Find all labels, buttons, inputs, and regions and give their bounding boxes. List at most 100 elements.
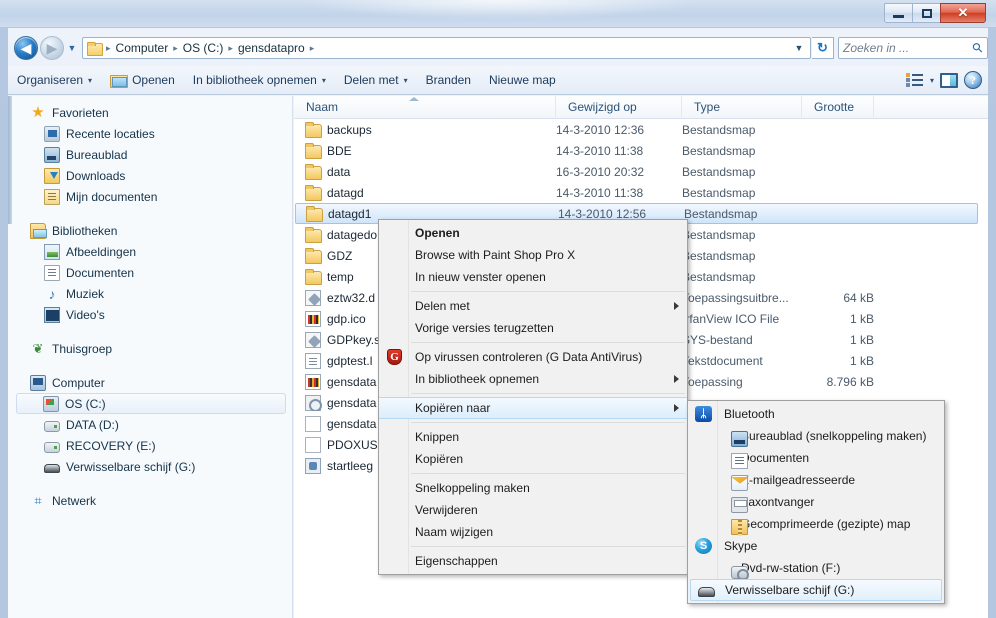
change-view-icon[interactable] [905,73,924,87]
column-header-gewijzigd-op[interactable]: Gewijzigd op [556,96,682,119]
sidebar-group-bibliotheken[interactable]: Bibliotheken [8,220,292,241]
navigation-scrollbar[interactable] [8,96,12,224]
sidebar-item-os-c[interactable]: OS (C:) [16,393,286,414]
context-menu-item-naam-wijzigen[interactable]: Naam wijzigen [379,521,687,543]
submenu-item-e-mailgeadresseerde[interactable]: E-mailgeadresseerde [688,469,944,491]
libraries-icon [30,222,47,239]
submenu-item-skype[interactable]: S Skype [688,535,944,557]
file-modified-cell: 14-3-2010 11:38 [556,185,644,200]
context-menu-item-verwijderen[interactable]: Verwijderen [379,499,687,521]
sidebar-group-favorieten[interactable]: ★ Favorieten [8,102,292,123]
search-box[interactable]: Zoeken in ... ⚲ [838,37,988,59]
context-menu-item-vorige-versies-terugzetten[interactable]: Vorige versies terugzetten [379,317,687,339]
table-row[interactable]: datagd 14-3-2010 11:38 Bestandsmap [294,182,988,203]
file-name-cell: BDE [294,142,556,159]
explorer-window: ✕ ◀ ▶ ▼ ▸ Computer ▸ OS (C:) ▸ gensdatap… [0,0,996,618]
refresh-button[interactable]: ↻ [812,37,834,59]
file-name-label: datagedo [327,227,378,242]
removable-disk-icon [44,464,60,473]
sidebar-item-data-d[interactable]: DATA (D:) [8,414,292,435]
context-menu-item-in-bibliotheek-opnemen[interactable]: In bibliotheek opnemen [379,368,687,390]
toolbar-right-group: ▾ ? [905,71,988,89]
maximize-button[interactable] [912,3,941,23]
search-input[interactable]: Zoeken in ... [843,41,973,55]
file-type-cell: Bestandsmap [682,164,756,179]
command-toolbar: Organiseren ▾ Openen In bibliotheek opne… [8,66,988,95]
breadcrumb-gensdatapro[interactable]: gensdatapro [234,38,309,58]
toolbar-label: Openen [132,73,175,87]
table-row[interactable]: backups 14-3-2010 12:36 Bestandsmap [294,119,988,140]
file-modified-cell: 16-3-2010 20:32 [556,164,645,179]
address-breadcrumb-bar[interactable]: ▸ Computer ▸ OS (C:) ▸ gensdatapro ▸ ▼ [82,37,811,59]
breadcrumb-os-c[interactable]: OS (C:) [179,38,228,58]
context-menu-separator [411,342,685,343]
toolbar-openen[interactable]: Openen [101,67,184,93]
preview-pane-icon[interactable] [940,72,958,88]
context-menu-item-kopi-ren[interactable]: Kopiëren [379,448,687,470]
toolbar-branden[interactable]: Branden [417,67,480,93]
history-dropdown-button[interactable]: ▼ [64,36,80,60]
sidebar-item-documenten[interactable]: Documenten [8,262,292,283]
close-button[interactable]: ✕ [940,3,986,23]
chevron-down-icon: ▾ [403,75,408,85]
sidebar-item-video-s[interactable]: Video's [8,304,292,325]
context-menu-item-label: Kopiëren [415,452,464,466]
context-menu-item-delen-met[interactable]: Delen met [379,295,687,317]
file-size-cell: 64 kB [843,290,874,305]
sidebar-group-thuisgroep[interactable]: ❦ Thuisgroep [8,338,292,359]
toolbar-delen-met[interactable]: Delen met ▾ [335,67,417,93]
sidebar-group-computer[interactable]: Computer [8,372,292,393]
submenu-item-verwisselbare-schijf-g[interactable]: Verwisselbare schijf (G:) [690,579,942,601]
file-name-cell: backups [294,121,556,138]
context-menu-item-openen[interactable]: Openen [379,222,687,244]
sidebar-group-netwerk[interactable]: ⌗ Netwerk [8,490,292,511]
sidebar-item-bureaublad[interactable]: Bureaublad [8,144,292,165]
column-header-grootte[interactable]: Grootte [802,96,874,119]
dll-file-icon [305,289,321,306]
context-menu-item-op-virussen-controleren-g-data-antivirus[interactable]: G Op virussen controleren (G Data AntiVir… [379,346,687,368]
window-controls: ✕ [884,3,986,23]
sidebar-item-verwisselbare-schijf-g[interactable]: Verwisselbare schijf (G:) [8,456,292,477]
context-menu-item-in-nieuw-venster-openen[interactable]: In nieuw venster openen [379,266,687,288]
context-menu-item-snelkoppeling-maken[interactable]: Snelkoppeling maken [379,477,687,499]
back-button[interactable]: ◀ [14,36,38,60]
sidebar-item-downloads[interactable]: Downloads [8,165,292,186]
submenu-item-dvd-rw-station-f[interactable]: Dvd-rw-station (F:) [688,557,944,581]
sidebar-item-recovery-e[interactable]: RECOVERY (E:) [8,435,292,456]
context-menu-item-browse-with-paint-shop-pro-x[interactable]: Browse with Paint Shop Pro X [379,244,687,266]
submenu-item-bureaublad-snelkoppeling-maken[interactable]: Bureaublad (snelkoppeling maken) [688,425,944,447]
copy-to-submenu: ᛦ Bluetooth Bureaublad (snelkoppeling make… [687,400,945,604]
file-name-cell: data [294,163,556,180]
sidebar-item-muziek[interactable]: ♪ Muziek [8,283,292,304]
submenu-item-bluetooth[interactable]: ᛦ Bluetooth [688,403,944,425]
toolbar-in-bibliotheek-opnemen[interactable]: In bibliotheek opnemen ▾ [184,67,335,93]
sidebar-item-afbeeldingen[interactable]: Afbeeldingen [8,241,292,262]
music-icon: ♪ [48,285,56,302]
column-header-naam[interactable]: Naam [294,96,556,119]
context-menu-item-kopi-ren-naar[interactable]: Kopiëren naar [379,397,687,419]
submenu-item-gecomprimeerde-gezipte-map[interactable]: Gecomprimeerde (gezipte) map [688,513,944,536]
toolbar-nieuwe-map[interactable]: Nieuwe map [480,67,565,93]
minimize-button[interactable] [884,3,913,23]
sidebar-item-recente-locaties[interactable]: Recente locaties [8,123,292,144]
column-header-type[interactable]: Type [682,96,802,119]
context-menu-item-eigenschappen[interactable]: Eigenschappen [379,550,687,572]
forward-button[interactable]: ▶ [40,36,64,60]
sidebar-item-mijn-documenten[interactable]: Mijn documenten [8,186,292,207]
help-icon[interactable]: ? [964,71,982,89]
submenu-item-documenten[interactable]: Documenten [688,447,944,469]
desktop-icon [44,146,60,163]
address-dropdown-button[interactable]: ▼ [790,38,808,58]
submenu-item-label: Skype [724,539,758,553]
view-dropdown-icon[interactable]: ▾ [930,76,934,85]
hard-disk-icon [44,441,60,453]
context-menu-item-knippen[interactable]: Knippen [379,426,687,448]
breadcrumb-computer[interactable]: Computer [112,38,173,58]
submenu-item-faxontvanger[interactable]: Faxontvanger [688,491,944,513]
file-type-cell: SYS-bestand [682,332,753,347]
toolbar-organiseren[interactable]: Organiseren ▾ [8,67,101,93]
submenu-item-label: Dvd-rw-station (F:) [741,561,841,575]
table-row[interactable]: data 16-3-2010 20:32 Bestandsmap [294,161,988,182]
sidebar-item-label: DATA (D:) [66,417,119,432]
table-row[interactable]: BDE 14-3-2010 11:38 Bestandsmap [294,140,988,161]
